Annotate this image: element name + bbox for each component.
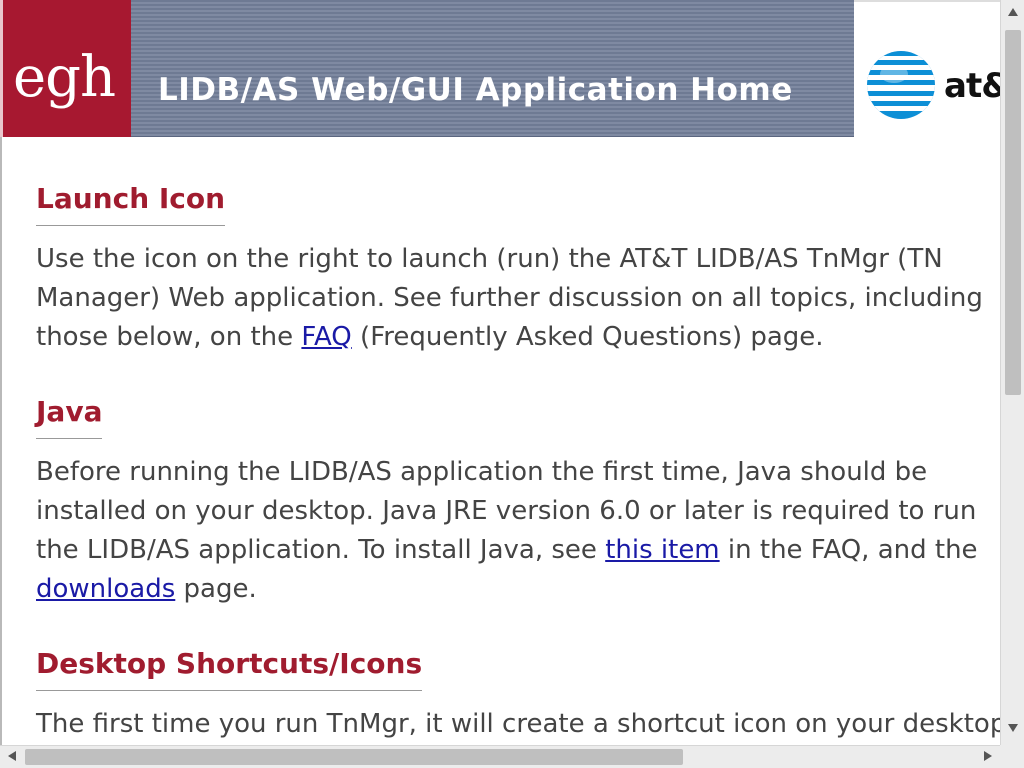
scrollbar-corner: [1000, 745, 1024, 768]
scroll-left-arrow-icon[interactable]: [8, 751, 16, 761]
att-logo: at&t: [854, 0, 1000, 137]
faq-link[interactable]: FAQ: [301, 322, 351, 352]
title-banner: LIDB/AS Web/GUI Application Home: [131, 0, 854, 137]
att-logo-text: at&t: [944, 66, 1000, 106]
scroll-down-arrow-icon[interactable]: [1008, 724, 1018, 732]
section-launch-icon: Launch Icon Use the icon on the right to…: [36, 181, 1000, 357]
section-body: Before running the LIDB/AS application t…: [36, 453, 1000, 609]
body-line-text: page.: [175, 574, 257, 604]
page-viewport: egh LIDB/AS Web/GUI Application Home at&…: [0, 0, 1000, 745]
page-title: LIDB/AS Web/GUI Application Home: [158, 72, 793, 108]
body-line-text: (Frequently Asked Questions) page.: [351, 322, 824, 352]
section-heading: Java: [36, 394, 103, 439]
egh-logo: egh: [0, 0, 131, 137]
vertical-scrollbar[interactable]: [1000, 0, 1024, 745]
body-line: Manager) Web application. See further di…: [36, 283, 983, 313]
body-line: installed on your desktop. Java JRE vers…: [36, 496, 977, 526]
body-line-text: those below, on the: [36, 322, 302, 352]
body-line: Use the icon on the right to launch (run…: [36, 244, 943, 274]
vertical-scroll-thumb[interactable]: [1005, 30, 1021, 395]
body-line: Before running the LIDB/AS application t…: [36, 457, 928, 487]
section-java: Java Before running the LIDB/AS applicat…: [36, 394, 1000, 609]
egh-logo-text: egh: [13, 45, 116, 110]
main-content: Launch Icon Use the icon on the right to…: [0, 137, 1000, 745]
horizontal-scrollbar[interactable]: [0, 745, 1000, 768]
body-line: The first time you run TnMgr, it will cr…: [36, 709, 1000, 739]
section-heading: Launch Icon: [36, 181, 226, 226]
horizontal-scroll-thumb[interactable]: [25, 749, 683, 765]
page-header: egh LIDB/AS Web/GUI Application Home at&…: [0, 0, 1000, 137]
body-line-text: in the FAQ, and the: [719, 535, 978, 565]
this-item-link[interactable]: this item: [605, 535, 719, 565]
scroll-right-arrow-icon[interactable]: [984, 751, 992, 761]
scroll-up-arrow-icon[interactable]: [1008, 8, 1018, 16]
body-line-text: the LIDB/AS application. To install Java…: [36, 535, 606, 565]
att-globe-icon: [867, 51, 935, 119]
downloads-link[interactable]: downloads: [36, 574, 175, 604]
section-desktop-shortcuts: Desktop Shortcuts/Icons The first time y…: [36, 646, 1000, 744]
section-heading: Desktop Shortcuts/Icons: [36, 646, 423, 691]
section-body: The first time you run TnMgr, it will cr…: [36, 705, 1000, 744]
section-body: Use the icon on the right to launch (run…: [36, 240, 1000, 357]
